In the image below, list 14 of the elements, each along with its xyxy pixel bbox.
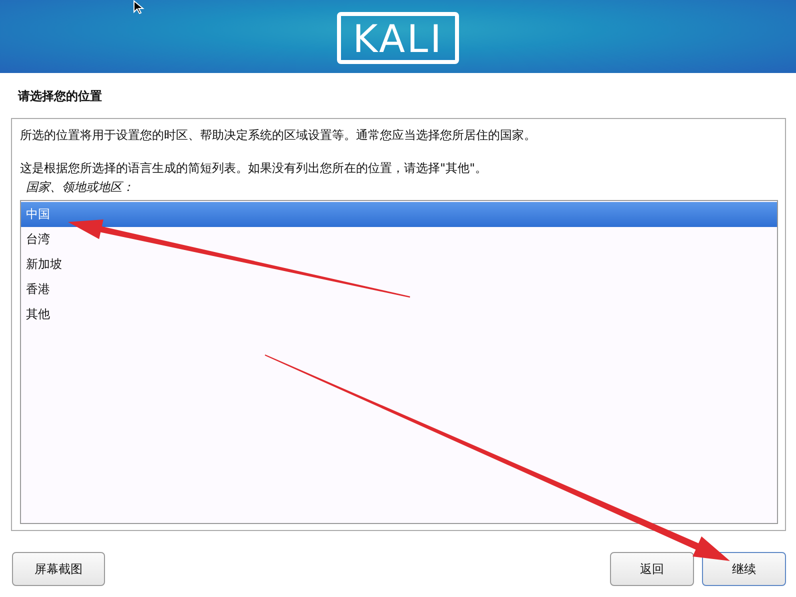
location-item[interactable]: 香港 bbox=[21, 277, 777, 302]
description-text: 所选的位置将用于设置您的时区、帮助决定系统的区域设置等。通常您应当选择您所居住的国家。 bbox=[20, 127, 537, 143]
screenshot-button[interactable]: 屏幕截图 bbox=[12, 552, 105, 586]
page-title: 请选择您的位置 bbox=[16, 88, 103, 103]
description-text: 这是根据您所选择的语言生成的简短列表。如果没有列出您所在的位置，请选择"其他"。 bbox=[20, 160, 488, 176]
back-button[interactable]: 返回 bbox=[610, 552, 694, 586]
kali-logo: KALI bbox=[336, 12, 460, 64]
list-label: 国家、领地或地区： bbox=[25, 179, 135, 195]
cursor-icon bbox=[133, 0, 145, 14]
location-item[interactable]: 其他 bbox=[21, 302, 777, 327]
location-item[interactable]: 台湾 bbox=[21, 227, 777, 252]
location-item[interactable]: 中国 bbox=[21, 202, 777, 227]
continue-button[interactable]: 继续 bbox=[702, 552, 786, 586]
location-item[interactable]: 新加坡 bbox=[21, 252, 777, 277]
